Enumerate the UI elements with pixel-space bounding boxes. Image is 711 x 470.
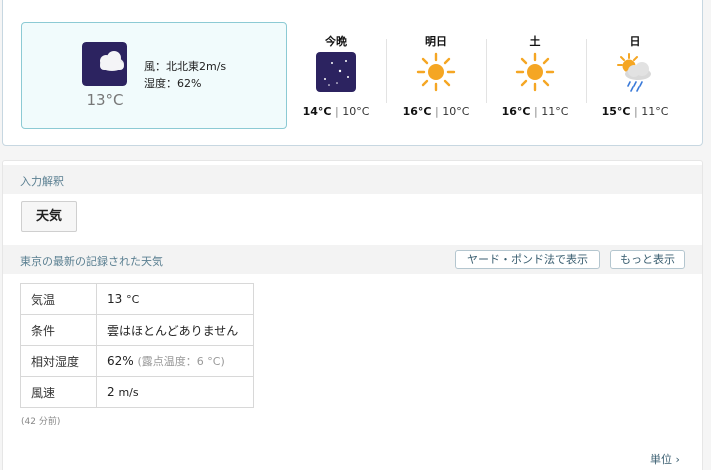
wind-speed-value: 2 — [107, 385, 115, 399]
input-interpretation-value: 天気 — [21, 201, 77, 232]
row-key: 相対湿度 — [20, 345, 97, 377]
latest-weather-label: 東京の最新の記録された天気 — [20, 255, 163, 268]
wind-speed-unit: m/s — [118, 386, 139, 399]
forecast-day-label: 今晩 — [325, 35, 347, 48]
forecast-low: 11°C — [541, 105, 569, 118]
imperial-units-button[interactable]: ヤード・ポンド法で表示 — [455, 250, 600, 269]
current-weather-panel[interactable]: 13°C 風：北北東2m/s 湿度：62% — [21, 22, 287, 129]
sun-rain-cloud-icon — [614, 51, 656, 93]
forecast-low: 10°C — [442, 105, 470, 118]
forecast-temps: 14°C | 10°C — [286, 105, 386, 118]
sun-icon — [514, 51, 556, 93]
table-row: 風速 2 m/s — [20, 376, 254, 408]
forecast-low: 11°C — [641, 105, 669, 118]
humidity-value: 62% — [107, 354, 134, 368]
row-key: 風速 — [20, 376, 97, 408]
cloudy-night-icon — [82, 42, 127, 86]
forecast-temps: 15°C | 11°C — [585, 105, 685, 118]
weather-result-pod: 入力解釈 天気 東京の最新の記録された天気 ヤード・ポンド法で表示 もっと表示 … — [2, 160, 703, 470]
table-row: 気温 13 °C — [20, 283, 254, 315]
forecast-temps: 16°C | 11°C — [485, 105, 585, 118]
forecast-day-tomorrow[interactable]: 明日 16°C | 10°C — [386, 35, 486, 118]
weather-data-table: 気温 13 °C 条件 雲はほとんどありません 相対湿度 62% (露点温度：6… — [20, 283, 254, 408]
forecast-high: 15°C — [601, 105, 631, 118]
current-details: 風：北北東2m/s 湿度：62% — [144, 58, 226, 92]
forecast-day-label: 日 — [629, 35, 641, 48]
units-link[interactable]: 単位 › — [650, 451, 680, 467]
current-humidity: 湿度：62% — [144, 77, 202, 90]
forecast-card: 13°C 風：北北東2m/s 湿度：62% 今晩 14°C | 10°C 明日 … — [2, 0, 703, 146]
row-value: 62% (露点温度：6 °C) — [96, 345, 254, 377]
dew-point-note: (露点温度：6 °C) — [137, 355, 225, 368]
forecast-day-saturday[interactable]: 土 16°C | 11°C — [485, 35, 585, 118]
starry-night-icon — [315, 51, 357, 93]
table-row: 条件 雲はほとんどありません — [20, 314, 254, 346]
forecast-high: 14°C — [302, 105, 332, 118]
forecast-day-tonight[interactable]: 今晩 14°C | 10°C — [286, 35, 386, 118]
current-temperature: 13°C — [86, 91, 124, 109]
row-key: 条件 — [20, 314, 97, 346]
input-interpretation-header: 入力解釈 — [3, 165, 702, 194]
forecast-temps: 16°C | 10°C — [386, 105, 486, 118]
input-interpretation-label: 入力解釈 — [20, 175, 64, 188]
row-value: 雲はほとんどありません — [96, 314, 254, 346]
forecast-day-sunday[interactable]: 日 15°C | 11°C — [585, 35, 685, 118]
row-value: 13 °C — [96, 283, 254, 315]
table-row: 相対湿度 62% (露点温度：6 °C) — [20, 345, 254, 377]
temperature-value: 13 — [107, 292, 123, 306]
observation-age: (42 分前) — [21, 417, 61, 427]
more-button[interactable]: もっと表示 — [610, 250, 685, 269]
row-key: 気温 — [20, 283, 97, 315]
forecast-high: 16°C — [501, 105, 531, 118]
forecast-high: 16°C — [402, 105, 432, 118]
row-value: 2 m/s — [96, 376, 254, 408]
sun-icon — [415, 51, 457, 93]
current-wind: 風：北北東2m/s — [144, 60, 227, 73]
forecast-day-label: 土 — [529, 35, 541, 48]
temperature-unit: °C — [126, 293, 140, 306]
forecast-day-label: 明日 — [425, 35, 447, 48]
forecast-low: 10°C — [342, 105, 370, 118]
